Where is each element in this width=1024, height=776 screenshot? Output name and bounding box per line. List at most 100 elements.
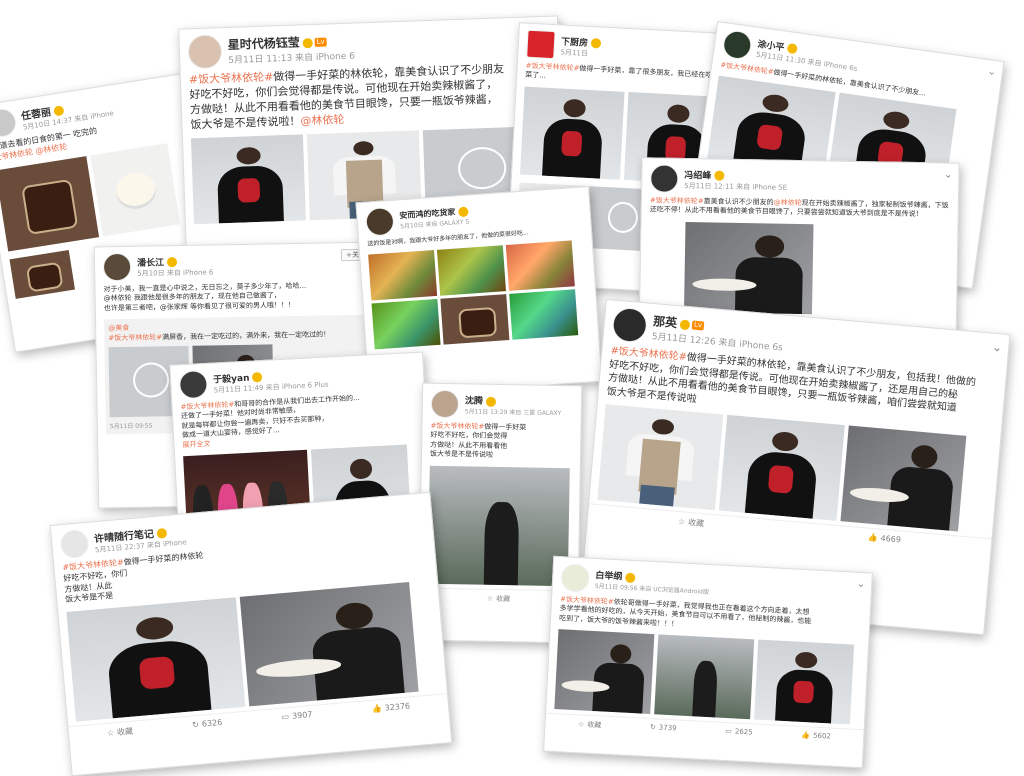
- post-mention[interactable]: @林依轮: [774, 199, 802, 207]
- star-icon: ☆: [486, 594, 494, 603]
- post-image[interactable]: [9, 249, 75, 299]
- verified-icon: [714, 170, 725, 181]
- verified-icon: [485, 396, 497, 407]
- post-text: 满屏香，我在一定吃过的，满外来，我在一定吃过的！: [162, 330, 331, 342]
- post-image[interactable]: [440, 294, 510, 345]
- star-icon: ☆: [577, 720, 585, 729]
- avatar[interactable]: [0, 106, 19, 139]
- favorite-button[interactable]: ☆收藏: [487, 594, 510, 604]
- avatar[interactable]: [560, 563, 590, 593]
- post-image[interactable]: [520, 86, 625, 180]
- chevron-down-icon[interactable]: ⌄: [987, 66, 997, 78]
- avatar[interactable]: [59, 528, 90, 560]
- post-hashtag[interactable]: #饭大爷林依轮#: [430, 422, 484, 431]
- star-icon: ☆: [106, 728, 115, 739]
- post-hashtag[interactable]: #饭大爷林依轮#: [650, 196, 704, 205]
- avatar[interactable]: [187, 34, 223, 70]
- post-text: 饭大爷是不是传说啦: [429, 450, 494, 460]
- post-image[interactable]: [0, 155, 100, 252]
- favorite-button[interactable]: ☆收藏: [677, 516, 705, 529]
- avatar[interactable]: [650, 164, 679, 193]
- verified-icon: [786, 42, 798, 55]
- post-text: 方做哒！从此不用看看他: [430, 440, 508, 450]
- post-image[interactable]: [90, 142, 181, 237]
- avatar[interactable]: [526, 29, 556, 60]
- avatar[interactable]: [178, 369, 209, 400]
- level-badge: Lv: [314, 37, 327, 47]
- post-author[interactable]: 沈腾: [465, 396, 483, 406]
- post-image[interactable]: [683, 221, 814, 315]
- post-text: 靠美食认识不少朋友的: [703, 197, 774, 207]
- post-meta: 5月11日 12:11 来自 iPhone SE: [684, 181, 788, 192]
- post-image[interactable]: [371, 299, 441, 350]
- post-image[interactable]: [554, 629, 655, 715]
- post-image[interactable]: [190, 134, 306, 225]
- post-mention[interactable]: @林依轮: [300, 112, 344, 127]
- verified-icon: [679, 318, 691, 330]
- avatar[interactable]: [721, 29, 754, 61]
- post-image[interactable]: [427, 465, 570, 586]
- post-hashtag[interactable]: #饭大爷林依轮#: [108, 334, 162, 343]
- post-text: 也许是第三者吧，@张家辉 等你看见了很可爱的男人哦！！！: [103, 300, 296, 313]
- like-button[interactable]: 👍 5602: [801, 731, 831, 743]
- post-image[interactable]: [368, 250, 438, 301]
- verified-icon: [302, 37, 313, 48]
- post-image[interactable]: [718, 414, 845, 521]
- post-card-xujing: 许晴随行笔记 5月11日 22:37 来自 iPhone #饭大爷林依轮#做得一…: [49, 491, 453, 776]
- comment-button[interactable]: ▭ 3907: [281, 710, 313, 724]
- post-hashtag[interactable]: #饭大爷林依轮#: [189, 70, 274, 86]
- post-text: 饭大爷是不是传说啦！: [190, 114, 301, 131]
- verified-icon: [625, 572, 636, 583]
- post-image[interactable]: [66, 597, 246, 722]
- post-image[interactable]: [840, 425, 967, 532]
- repost-button[interactable]: ↻ 3739: [650, 723, 677, 734]
- post-image[interactable]: [654, 634, 755, 720]
- like-button[interactable]: 👍 32376: [371, 702, 410, 716]
- chevron-down-icon[interactable]: ⌄: [857, 579, 866, 590]
- post-meta: 5月11日 13:29 来自 三星 GALAXY: [464, 408, 562, 418]
- comment-icon: ▭: [725, 727, 733, 736]
- post-text: 做得一手好菜: [484, 422, 527, 432]
- chevron-down-icon[interactable]: ⌄: [944, 170, 953, 181]
- verified-icon: [590, 38, 602, 49]
- favorite-button[interactable]: ☆收藏: [106, 726, 134, 739]
- comment-button[interactable]: ▭ 2625: [725, 727, 753, 738]
- verified-icon: [53, 104, 65, 117]
- repost-icon: ↻: [649, 723, 656, 732]
- favorite-button[interactable]: ☆收藏: [578, 720, 602, 731]
- avatar[interactable]: [430, 389, 460, 419]
- verified-icon: [252, 371, 263, 383]
- like-button[interactable]: 👍 4669: [867, 533, 901, 547]
- avatar[interactable]: [364, 206, 395, 237]
- verified-icon: [156, 527, 168, 539]
- post-author[interactable]: 那英: [653, 314, 678, 330]
- post-card-baijugang: ⌄ 白举纲 5月11日 09:56 来自 UC浏览器Android版 #饭大爷林…: [543, 555, 873, 769]
- post-author[interactable]: 冯绍峰: [684, 170, 711, 180]
- star-icon: ☆: [677, 517, 686, 527]
- verified-icon: [458, 206, 469, 217]
- thumbs-up-icon: 👍: [371, 704, 383, 714]
- level-badge: Lv: [691, 320, 705, 331]
- post-image[interactable]: [436, 245, 507, 296]
- chevron-down-icon[interactable]: ⌄: [992, 340, 1003, 355]
- expand-link[interactable]: 展开全文: [182, 440, 210, 449]
- repost-icon: ↻: [191, 720, 200, 730]
- post-image[interactable]: [505, 240, 575, 291]
- repost-button[interactable]: ↻ 6326: [192, 718, 223, 732]
- post-image[interactable]: [597, 404, 724, 511]
- post-meta: 5月10日 来自 iPhone 6: [137, 267, 214, 278]
- post-author[interactable]: 潘长江: [137, 258, 164, 268]
- post-author[interactable]: 下厨房: [561, 37, 589, 48]
- post-image[interactable]: [239, 582, 419, 707]
- post-image[interactable]: [754, 639, 855, 725]
- post-text: 好吃不好吃，你们会觉得: [430, 431, 508, 441]
- thumbs-up-icon: 👍: [867, 532, 879, 543]
- post-image[interactable]: [509, 289, 579, 340]
- verified-icon: [166, 257, 178, 268]
- comment-icon: ▭: [281, 712, 290, 722]
- avatar[interactable]: [611, 306, 649, 344]
- post-author[interactable]: 星时代杨钰莹: [227, 35, 299, 52]
- avatar[interactable]: [102, 252, 132, 282]
- post-text: 吃完的: [72, 126, 98, 139]
- thumbs-up-icon: 👍: [801, 731, 811, 740]
